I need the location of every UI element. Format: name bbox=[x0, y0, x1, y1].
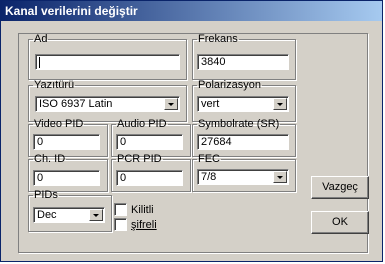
ok-button[interactable]: OK bbox=[311, 211, 369, 234]
kilitli-checkbox[interactable]: Kilitli bbox=[114, 203, 154, 216]
symbolrate-label: Symbolrate (SR) bbox=[198, 118, 280, 130]
checkbox-box[interactable] bbox=[114, 218, 127, 231]
chevron-down-icon[interactable] bbox=[273, 98, 287, 110]
symbolrate-input[interactable]: 27684 bbox=[197, 134, 289, 150]
pids-label: PIDs bbox=[34, 189, 58, 201]
audio-pid-input[interactable]: 0 bbox=[116, 134, 183, 150]
sifreli-label: şifreli bbox=[131, 218, 157, 231]
pcr-pid-label: PCR PID bbox=[117, 153, 162, 165]
ch-id-label: Ch. ID bbox=[34, 153, 66, 165]
chevron-down-icon[interactable] bbox=[273, 171, 287, 183]
frekans-input[interactable]: 3840 bbox=[197, 54, 289, 70]
yazituru-label: Yazıtürü bbox=[34, 79, 75, 91]
title-bar: Kanal verilerini değiştir bbox=[1, 1, 382, 21]
polarizasyon-select[interactable]: vert bbox=[197, 96, 289, 112]
pids-select[interactable]: Dec bbox=[33, 207, 105, 223]
video-pid-input[interactable]: 0 bbox=[33, 134, 100, 150]
chevron-down-icon[interactable] bbox=[89, 209, 103, 221]
text-caret bbox=[39, 56, 40, 68]
ad-label: Ad bbox=[34, 33, 48, 45]
ch-id-input[interactable]: 0 bbox=[33, 170, 100, 186]
ad-input[interactable] bbox=[35, 54, 180, 70]
kilitli-label: Kilitli bbox=[131, 203, 154, 216]
video-pid-label: Video PID bbox=[34, 118, 84, 130]
chevron-down-icon[interactable] bbox=[164, 98, 178, 110]
checkbox-box[interactable] bbox=[114, 203, 127, 216]
polarizasyon-label: Polarizasyon bbox=[198, 79, 261, 91]
frekans-label: Frekans bbox=[198, 33, 238, 45]
sifreli-checkbox[interactable]: şifreli bbox=[114, 218, 157, 231]
pcr-pid-input[interactable]: 0 bbox=[116, 170, 183, 186]
fec-select[interactable]: 7/8 bbox=[197, 169, 289, 185]
dialog-window: Kanal verilerini değiştir Ad Frekans 384… bbox=[0, 0, 383, 262]
dialog-client: Ad Frekans 3840 Yazıtürü ISO 6937 Latin … bbox=[1, 21, 382, 262]
audio-pid-label: Audio PID bbox=[117, 118, 167, 130]
fec-label: FEC bbox=[198, 153, 220, 165]
yazituru-select[interactable]: ISO 6937 Latin bbox=[35, 96, 180, 112]
cancel-button[interactable]: Vazgeç bbox=[311, 176, 369, 199]
